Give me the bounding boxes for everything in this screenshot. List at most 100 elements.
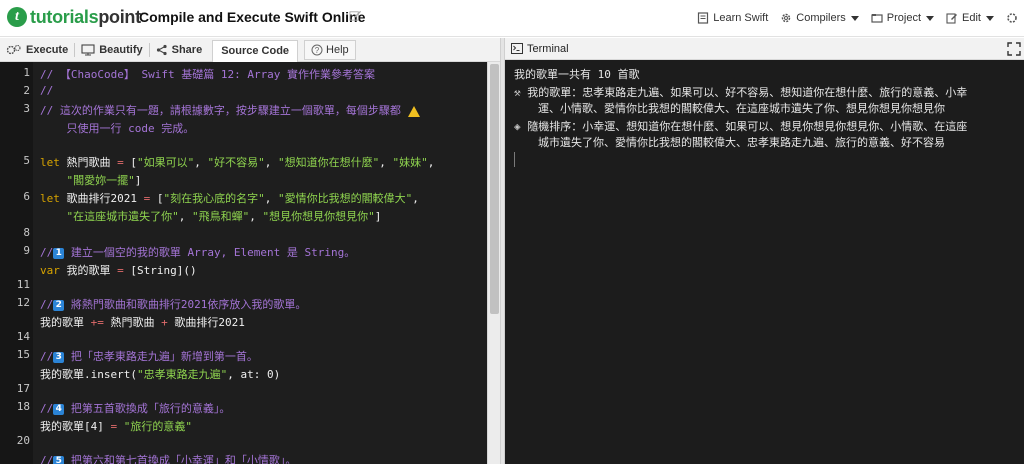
code-punct: ] xyxy=(134,174,142,187)
editor-toolbar: Execute Beautify Share Source Code ? Hel… xyxy=(0,38,500,62)
code-identifier: 熱門歌曲 xyxy=(103,316,162,329)
nav-project[interactable]: Project xyxy=(871,12,935,24)
warning-icon xyxy=(407,105,420,117)
code-line: 我的歌單[4] = "旅行的意義" xyxy=(40,418,192,434)
line-number: 1 xyxy=(23,66,30,79)
editor-scrollbar-thumb[interactable] xyxy=(490,64,499,314)
nav-learn-swift[interactable]: Learn Swift xyxy=(697,12,768,24)
logo-mark-icon: t xyxy=(7,7,27,27)
code-line: //1 建立一個空的我的歌單 Array, Element 是 String。 xyxy=(40,244,355,260)
code-keyword: var xyxy=(40,264,60,277)
share-icon xyxy=(156,44,167,55)
code-punct: ] xyxy=(374,210,382,223)
help-label: Help xyxy=(326,43,349,56)
code-line: 我的歌單.insert("忠孝東路走九遍", at: 0) xyxy=(40,366,280,382)
code-string: "刻在我心底的名字" xyxy=(163,192,265,205)
line-number: 3 xyxy=(23,102,30,115)
terminal-header: Terminal xyxy=(505,38,1024,60)
line-number: 12 xyxy=(16,296,30,309)
code-keyword: let xyxy=(40,156,60,169)
settings-icon xyxy=(1007,13,1017,23)
line-number: 20 xyxy=(16,434,30,447)
code-punct: , xyxy=(249,210,263,223)
code-line: //4 把第五首歌換成「旅行的意義」。 xyxy=(40,400,230,416)
code-line-wrap: "在這座城市遺失了你", "飛鳥和蟬", "想見你想見你想見你"] xyxy=(40,208,382,224)
help-button[interactable]: ? Help xyxy=(304,39,356,60)
code-punct: , xyxy=(427,156,435,169)
tutorialspoint-logo[interactable]: t tutorialspoint xyxy=(7,3,141,31)
code-punct: [ xyxy=(123,156,137,169)
terminal-line-wrap: 城市遺失了你、愛情你比我想的閣較偉大、忠孝東路走九遍、旅行的意義、好不容易 xyxy=(538,136,945,149)
code-identifier: 歌曲排行2021 xyxy=(167,316,245,329)
code-identifier: 我的歌單 xyxy=(59,264,118,277)
code-line-wrap: 只使用一行 code 完成。 xyxy=(40,120,194,136)
edit-pencil-icon[interactable] xyxy=(349,9,362,22)
code-identifier: [String]() xyxy=(123,264,197,277)
code-keyword: let xyxy=(40,192,60,205)
gear-icon xyxy=(782,13,791,23)
expand-icon[interactable] xyxy=(1007,42,1021,56)
chevron-down-icon xyxy=(850,15,859,21)
code-line: // 這次的作業只有一題，請根據數字，按步驟建立一個歌單，每個步驟都 xyxy=(40,102,420,118)
code-comment: // 【ChaoCode】 Swift 基礎篇 12: Array 實作作業參考… xyxy=(40,68,376,81)
code-operator: = xyxy=(117,156,124,169)
code-identifier: 歌曲排行2021 xyxy=(59,192,144,205)
code-identifier: 熱門歌曲 xyxy=(59,156,118,169)
terminal-line: ◈ 隨機排序：小幸運、想知道你在想什麼、如果可以、想見你想見你想見你、小情歌、在… xyxy=(514,118,967,134)
terminal-output[interactable]: 我的歌單一共有 10 首歌 ⚒ 我的歌單：忠孝東路走九遍、如果可以、好不容易、想… xyxy=(505,60,1024,464)
number-badge-icon: 2 xyxy=(53,299,65,311)
number-badge-icon: 5 xyxy=(53,455,65,464)
code-string: "愛情你比我想的閣較偉大" xyxy=(278,192,413,205)
tab-source-code[interactable]: Source Code xyxy=(212,39,299,62)
code-string: "如果可以" xyxy=(137,156,195,169)
code-editor[interactable]: 1 2 3 5 6 8 9 11 12 14 15 17 18 20 // 【C… xyxy=(0,62,487,464)
code-string: "飛鳥和蟬" xyxy=(192,210,250,223)
code-comment: 把「忠孝東路走九遍」新增到第一首。 xyxy=(64,350,258,363)
execute-label: Execute xyxy=(26,43,69,56)
nav-compilers-label: Compilers xyxy=(796,12,846,24)
chevron-down-icon xyxy=(986,15,994,21)
code-operator: + xyxy=(161,316,168,329)
terminal-title: Terminal xyxy=(527,42,569,55)
code-comment: // 這次的作業只有一題，請根據數字，按步驟建立一個歌單，每個步驟都 xyxy=(40,104,408,117)
nav-learn-label: Learn Swift xyxy=(713,12,769,24)
svg-text:?: ? xyxy=(315,46,320,55)
code-punct: , xyxy=(194,156,208,169)
code-punct: [ xyxy=(150,192,164,205)
line-number: 15 xyxy=(16,348,30,361)
share-button[interactable]: Share xyxy=(150,39,209,61)
logo-text: tutorialspoint xyxy=(30,7,141,28)
nav-project-label: Project xyxy=(886,12,922,24)
logo-text-part2: point xyxy=(98,6,141,27)
line-number: 8 xyxy=(23,226,30,239)
cube-emoji-icon: ◈ xyxy=(514,120,528,133)
code-string: "閣愛妳一擺" xyxy=(66,174,135,187)
help-circle-icon: ? xyxy=(311,44,323,55)
code-operator: += xyxy=(90,316,104,329)
editor-scrollbar[interactable] xyxy=(487,62,500,464)
hammer-emoji-icon: ⚒ xyxy=(514,86,528,99)
terminal-line-wrap: 運、小情歌、愛情你比我想的閣較偉大、在這座城市遺失了你、想見你想見你想見你 xyxy=(538,102,945,115)
nav-compilers[interactable]: Compilers xyxy=(780,12,859,24)
code-punct: , xyxy=(178,210,192,223)
execute-button[interactable]: Execute xyxy=(0,39,74,61)
nav-edit[interactable]: Edit xyxy=(946,12,994,24)
terminal-icon xyxy=(511,43,523,54)
line-number: 17 xyxy=(16,382,30,395)
number-badge-icon: 3 xyxy=(53,351,65,363)
tab-source-code-label: Source Code xyxy=(221,45,290,57)
line-number: 9 xyxy=(23,244,30,257)
top-nav: Learn Swift Compilers Project Edit xyxy=(685,9,1024,27)
code-operator: = xyxy=(117,264,124,277)
code-comment: // xyxy=(40,84,54,97)
beautify-button[interactable]: Beautify xyxy=(75,39,148,61)
code-comment: // xyxy=(40,298,54,311)
terminal-line: 我的歌單一共有 10 首歌 xyxy=(514,68,640,81)
nav-settings[interactable] xyxy=(1006,12,1022,24)
code-punct: , xyxy=(264,192,278,205)
code-string: "想知道你在想什麼" xyxy=(278,156,380,169)
code-comment: 建立一個空的我的歌單 Array, Element 是 String。 xyxy=(64,246,356,259)
chevron-down-icon xyxy=(926,15,935,21)
